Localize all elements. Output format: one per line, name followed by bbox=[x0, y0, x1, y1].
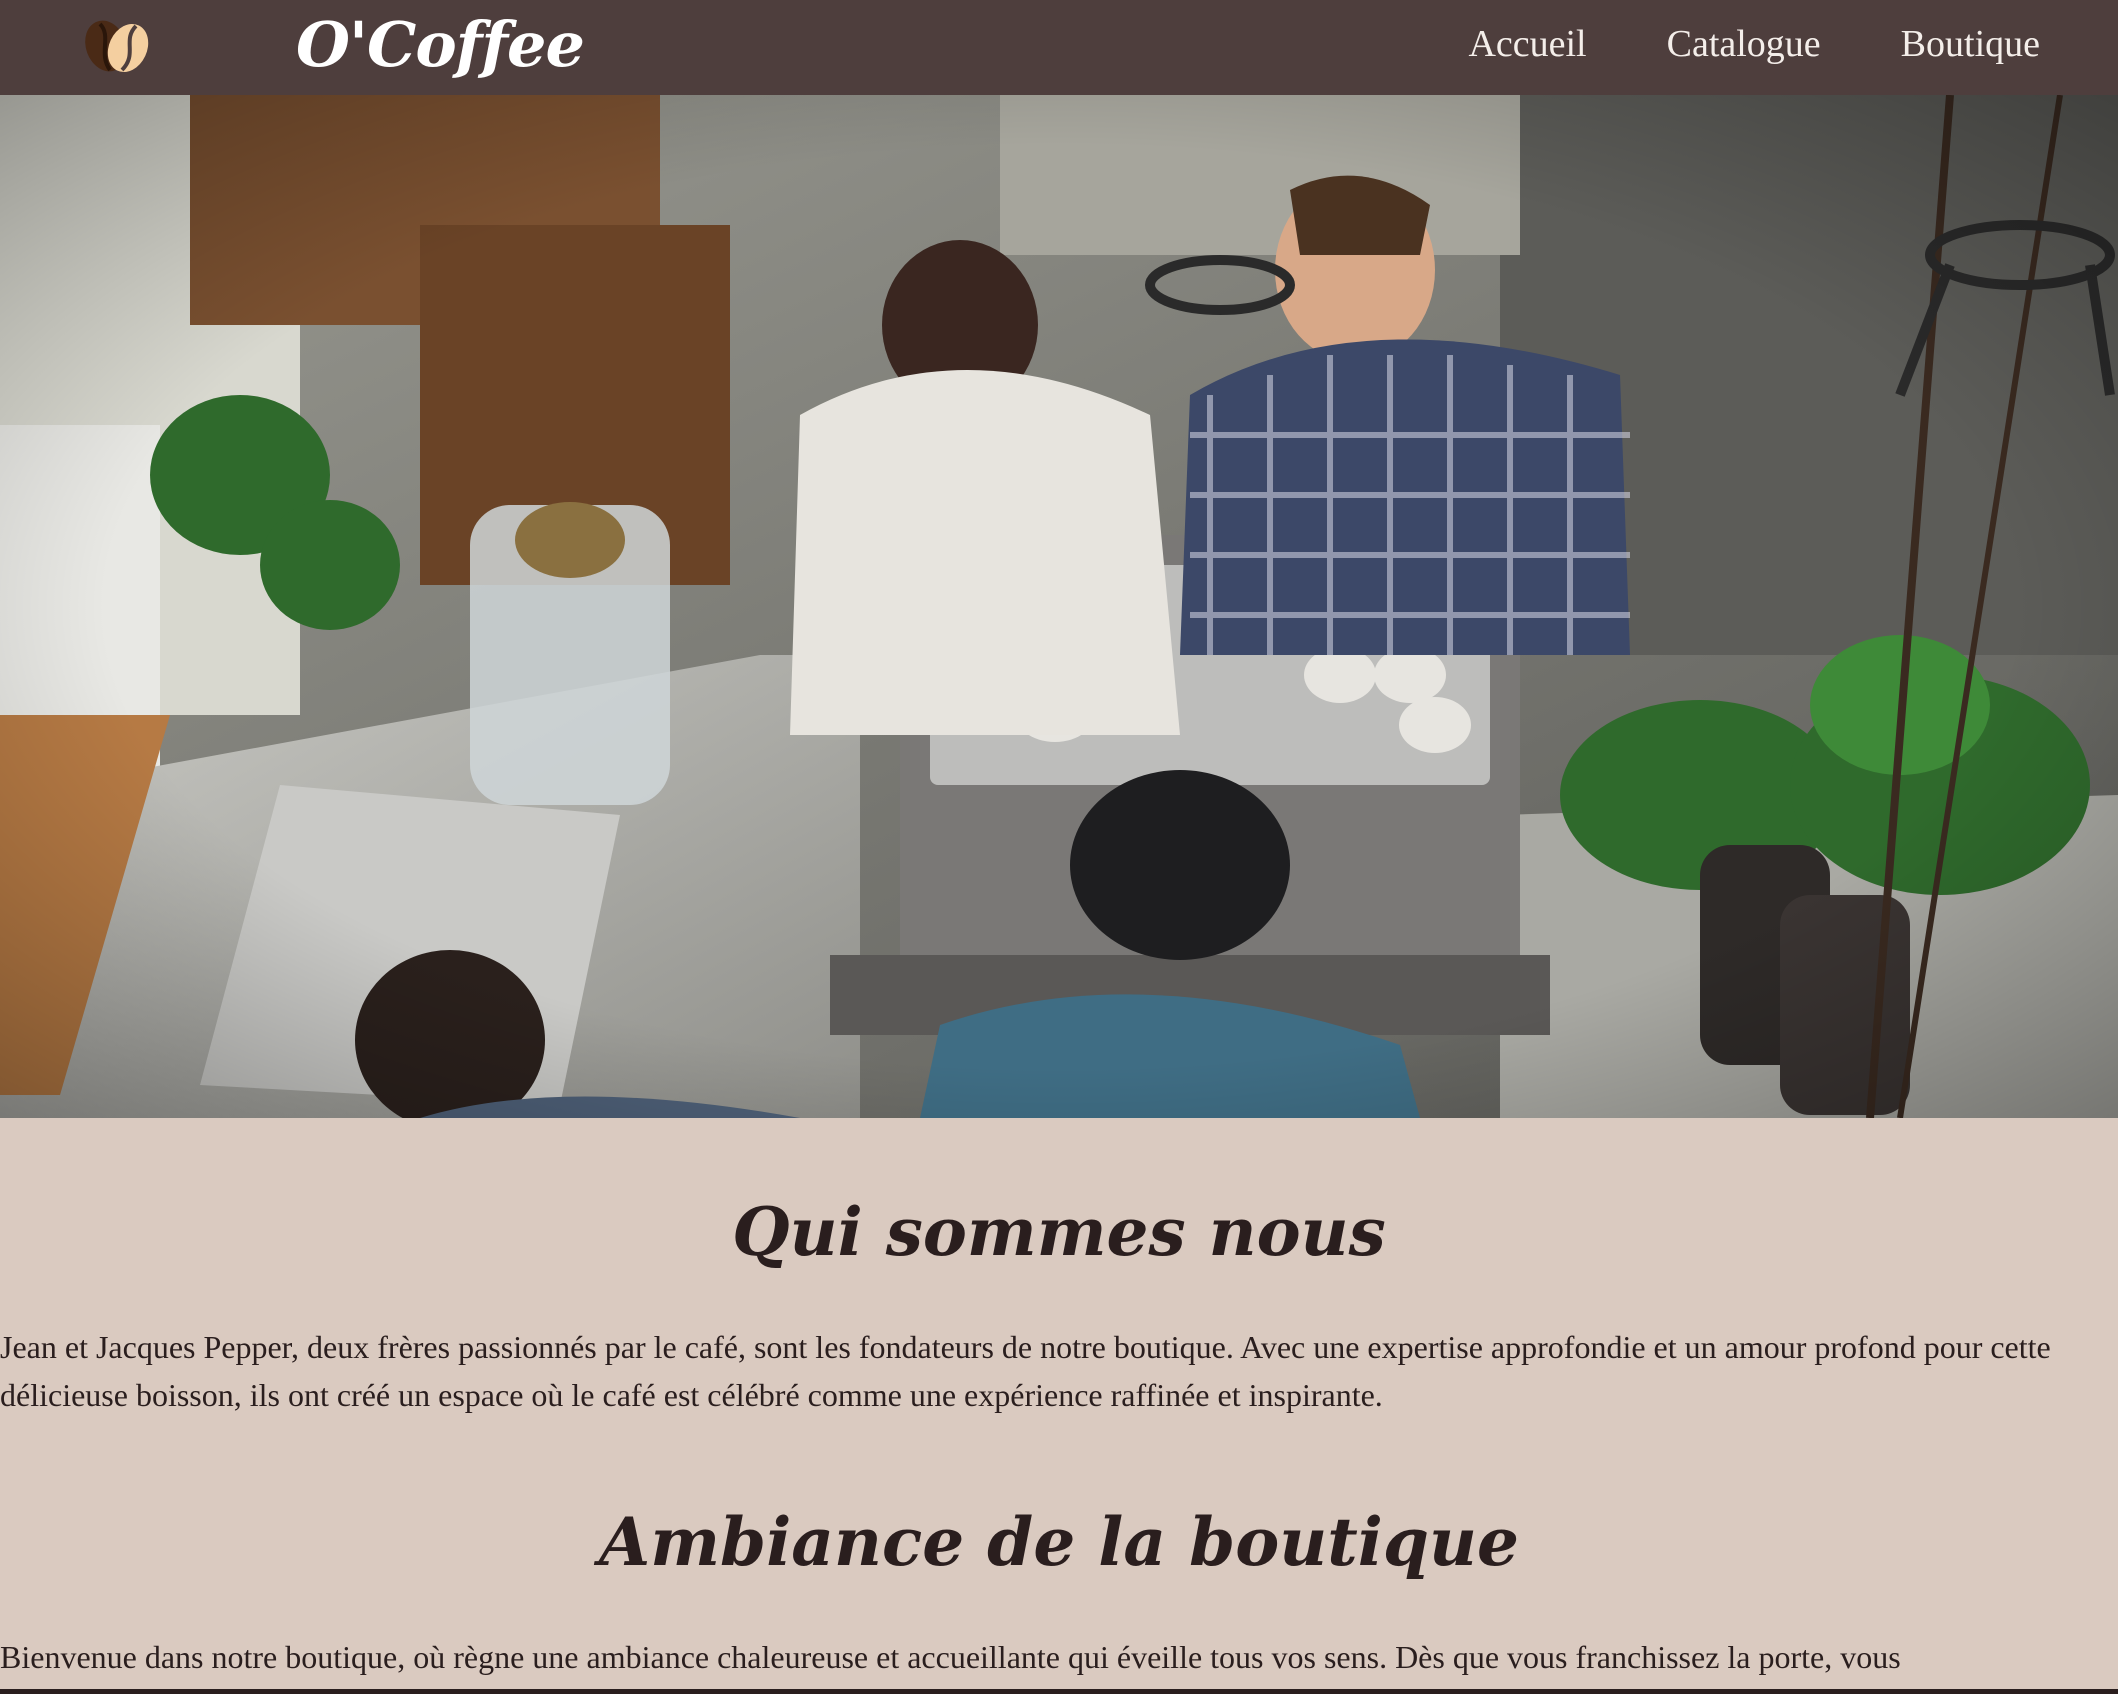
site-header: O'Coffee Accueil Catalogue Boutique bbox=[0, 0, 2118, 95]
about-title: Qui sommes nous bbox=[732, 1193, 1386, 1271]
ambiance-text: Bienvenue dans notre boutique, où règne … bbox=[0, 1639, 1901, 1675]
main-nav: Accueil Catalogue Boutique bbox=[1468, 22, 2040, 66]
main-content: Qui sommes nous Jean et Jacques Pepper, … bbox=[0, 1118, 2118, 1694]
bottom-divider bbox=[0, 1689, 2118, 1694]
nav-catalogue[interactable]: Catalogue bbox=[1667, 22, 1821, 66]
brand-title[interactable]: O'Coffee bbox=[296, 8, 585, 81]
coffee-shop-photo bbox=[0, 95, 2118, 1118]
nav-boutique[interactable]: Boutique bbox=[1901, 22, 2040, 66]
coffee-beans-logo-icon[interactable] bbox=[78, 18, 154, 74]
ambiance-title: Ambiance de la boutique bbox=[599, 1503, 1519, 1581]
hero-image bbox=[0, 95, 2118, 1118]
nav-accueil[interactable]: Accueil bbox=[1468, 22, 1586, 66]
about-text: Jean et Jacques Pepper, deux frères pass… bbox=[0, 1329, 2051, 1413]
